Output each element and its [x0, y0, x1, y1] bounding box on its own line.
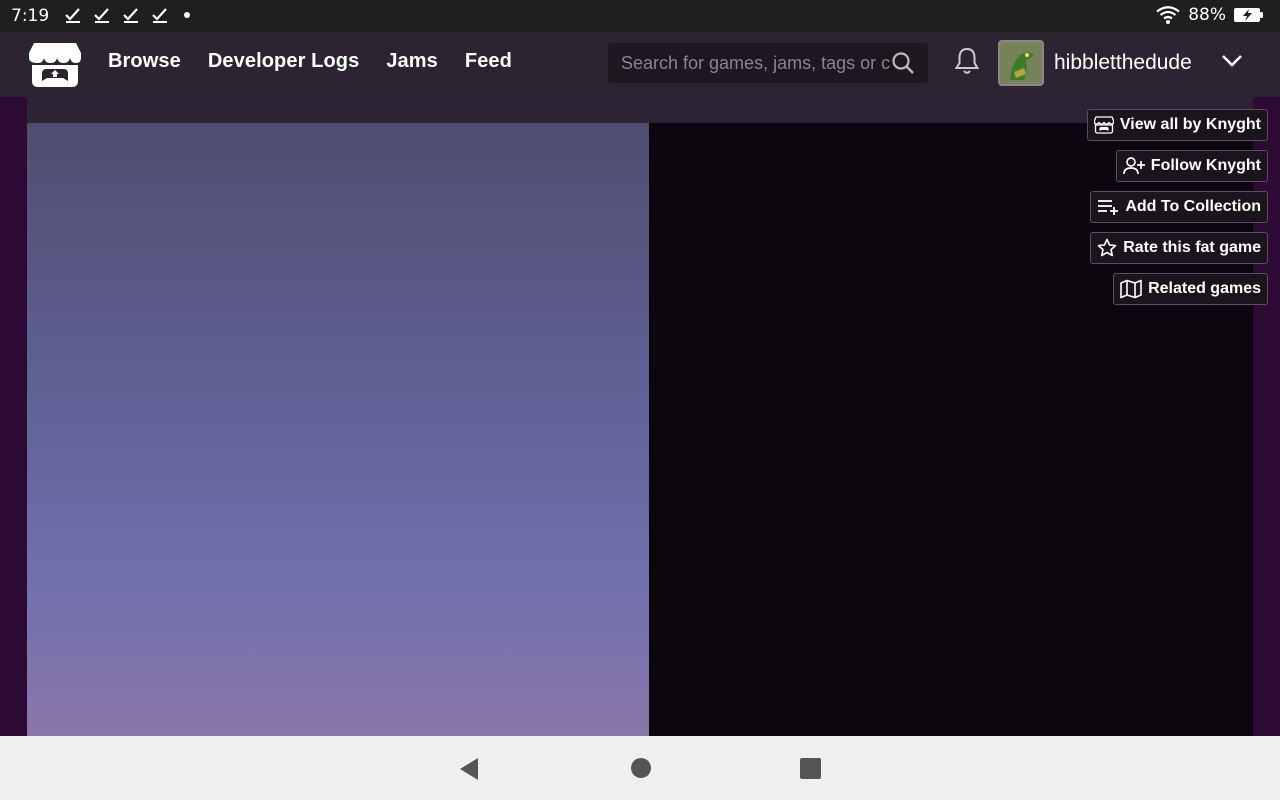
nav-feed[interactable]: Feed: [465, 50, 512, 73]
related-games-button[interactable]: Related games: [1113, 273, 1268, 305]
rate-game-label: Rate this fat game: [1123, 239, 1261, 256]
battery-charging-icon: [1234, 8, 1263, 22]
view-all-by-author-label: View all by Knyght: [1119, 116, 1261, 133]
check-notification-icon: [123, 8, 138, 23]
rate-game-button[interactable]: Rate this fat game: [1090, 232, 1268, 264]
check-notification-icon: [152, 8, 167, 23]
site-header: Browse Developer Logs Jams Feed hibblett…: [0, 32, 1280, 97]
check-notification-icon: [94, 8, 109, 23]
status-right: 88%: [1156, 5, 1264, 25]
notification-icons: [64, 6, 194, 24]
android-nav-bar: [0, 736, 1280, 800]
status-time: 7:19: [11, 6, 50, 26]
page-top-strip: [27, 97, 1253, 123]
game-embed-left[interactable]: [27, 123, 649, 736]
nav-jams[interactable]: Jams: [386, 50, 438, 73]
recents-icon[interactable]: [800, 758, 821, 779]
search-icon[interactable]: [891, 51, 915, 75]
list-add-icon: [1098, 200, 1119, 215]
chevron-down-icon[interactable]: [1220, 53, 1244, 69]
battery-percent: 88%: [1188, 5, 1226, 25]
user-plus-icon: [1122, 157, 1145, 175]
nav-browse[interactable]: Browse: [108, 50, 181, 73]
view-all-by-author-button[interactable]: View all by Knyght: [1086, 109, 1268, 141]
wifi-icon: [1156, 6, 1180, 24]
main-nav: Browse Developer Logs Jams Feed: [108, 50, 512, 73]
add-to-collection-label: Add To Collection: [1125, 198, 1261, 215]
map-icon: [1120, 279, 1142, 299]
username[interactable]: hibbletthedude: [1054, 51, 1192, 75]
more-dot-icon: [184, 12, 190, 18]
search-box: [608, 43, 928, 83]
home-icon[interactable]: [631, 758, 651, 778]
itchio-small-icon: [1093, 116, 1114, 134]
add-to-collection-button[interactable]: Add To Collection: [1090, 191, 1268, 223]
user-action-buttons: View all by Knyght Follow Knyght Add To …: [1086, 109, 1268, 305]
follow-author-button[interactable]: Follow Knyght: [1115, 150, 1268, 182]
follow-author-label: Follow Knyght: [1150, 157, 1261, 174]
itchio-logo-icon[interactable]: [28, 41, 82, 89]
status-bar: 7:19 88%: [0, 0, 1280, 32]
star-icon: [1097, 238, 1117, 257]
search-input[interactable]: [608, 43, 890, 83]
bell-icon[interactable]: [953, 46, 981, 76]
check-notification-icon: [65, 8, 80, 23]
back-icon[interactable]: [458, 757, 480, 781]
related-games-label: Related games: [1148, 280, 1261, 297]
nav-developer-logs[interactable]: Developer Logs: [208, 50, 359, 73]
game-page: View all by Knyght Follow Knyght Add To …: [0, 97, 1280, 736]
avatar[interactable]: [998, 40, 1044, 86]
avatar-image: [1000, 42, 1042, 84]
